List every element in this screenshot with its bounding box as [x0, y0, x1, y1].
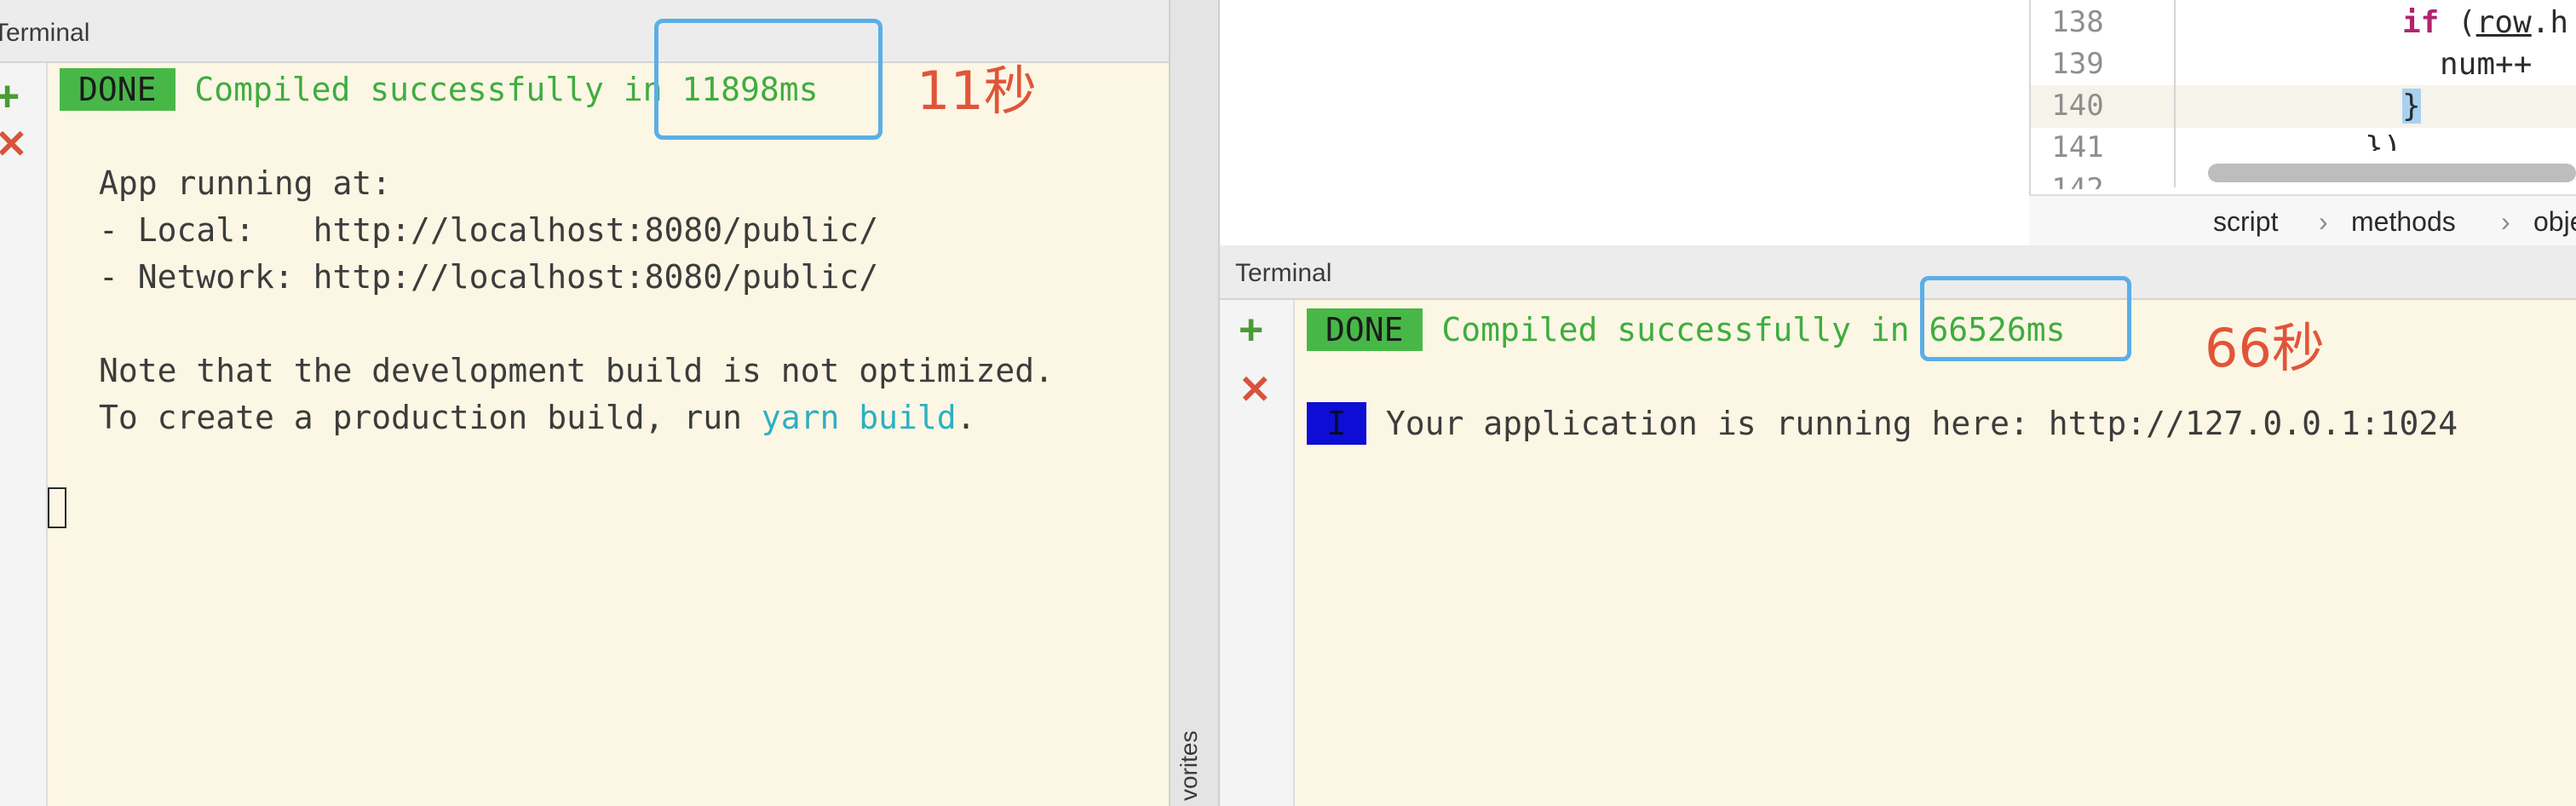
- time-annotation: 66秒: [2205, 317, 2325, 379]
- done-badge: DONE: [1307, 308, 1423, 351]
- yarn-build-command: yarn build: [761, 399, 957, 436]
- breadcrumb-item[interactable]: script: [2213, 206, 2278, 238]
- close-icon[interactable]: ✕: [0, 124, 28, 164]
- text-cursor-icon: I: [1307, 402, 1366, 445]
- breadcrumb-item[interactable]: methods: [2351, 206, 2456, 238]
- code-line-141: }): [2365, 130, 2402, 151]
- breadcrumb: script › methods › obje: [2029, 194, 2576, 245]
- terminal-title: Terminal: [0, 19, 90, 47]
- time-highlight-box: [1920, 276, 2131, 361]
- keyword-if: if: [2402, 5, 2440, 40]
- line-number: 142: [2051, 172, 2104, 189]
- matched-brace: }: [2402, 89, 2421, 124]
- terminal-toolbar: + ✕: [0, 63, 48, 806]
- line-number: 138: [2051, 5, 2104, 39]
- favorites-tab[interactable]: vorites: [1176, 724, 1210, 806]
- output-text: To create a production build, run: [99, 399, 762, 436]
- right-terminal-panel: Terminal + ✕ DONE Compiled successfully …: [1220, 245, 2576, 806]
- editor-blank-area: [1220, 0, 2029, 245]
- left-terminal-panel: Terminal + ✕ DONE Compiled successfully …: [0, 0, 1169, 806]
- terminal-output: DONE Compiled successfully in 11898ms Ap…: [60, 66, 1054, 441]
- line-number: 139: [2051, 47, 2104, 81]
- plus-icon[interactable]: +: [1239, 308, 1263, 351]
- terminal-cursor: [48, 487, 66, 528]
- code-line-138: if (row.h: [2402, 5, 2568, 40]
- plus-icon[interactable]: +: [0, 75, 20, 118]
- terminal-toolbar: + ✕: [1220, 300, 1295, 806]
- chevron-right-icon: ›: [2319, 206, 2328, 237]
- horizontal-scrollbar[interactable]: [2208, 164, 2576, 182]
- terminal-header: Terminal: [1220, 245, 2576, 300]
- output-line[interactable]: - Local: http://localhost:8080/public/: [99, 207, 878, 254]
- output-line: App running at:: [99, 164, 392, 202]
- output-line: I Your application is running here: http…: [1307, 400, 2458, 447]
- output-line[interactable]: - Network: http://localhost:8080/public/: [99, 254, 878, 301]
- time-annotation: 11秒: [917, 60, 1037, 122]
- chevron-right-icon: ›: [2501, 206, 2510, 237]
- code-line-140: }: [2402, 89, 2421, 124]
- compiled-text: Compiled successfully in: [1441, 311, 1910, 348]
- fold-guide: [2174, 0, 2176, 187]
- favorites-label: vorites: [1176, 730, 1202, 801]
- output-line: To create a production build, run yarn b…: [99, 394, 976, 441]
- running-text[interactable]: Your application is running here: http:/…: [1386, 405, 2458, 442]
- terminal-output: DONE Compiled successfully in 66526ms I …: [1307, 307, 2458, 494]
- code-text: (: [2439, 5, 2476, 40]
- done-badge: DONE: [60, 68, 175, 111]
- code-text: row: [2475, 5, 2532, 40]
- line-number: 141: [2051, 130, 2104, 164]
- time-highlight-box: [654, 19, 883, 140]
- line-number: 140: [2051, 89, 2104, 123]
- code-text: .h: [2531, 5, 2569, 40]
- output-line: Note that the development build is not o…: [99, 352, 1055, 389]
- output-text: .: [956, 399, 976, 436]
- compiled-text: Compiled successfully in: [194, 71, 663, 108]
- panel-divider[interactable]: [1169, 0, 1220, 806]
- terminal-title: Terminal: [1235, 259, 1332, 287]
- breadcrumb-item[interactable]: obje: [2533, 206, 2576, 238]
- code-line-139: num++: [2440, 47, 2533, 82]
- close-icon[interactable]: ✕: [1239, 370, 1272, 409]
